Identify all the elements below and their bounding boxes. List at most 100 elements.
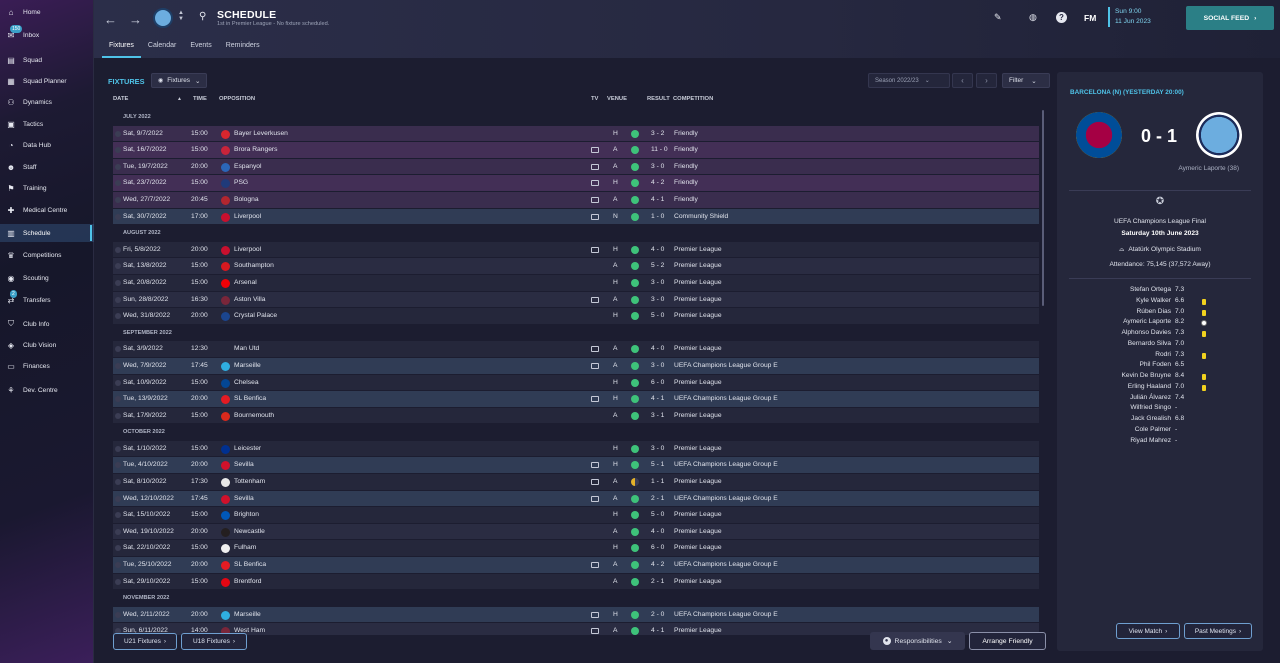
fixture-row[interactable]: Sat, 10/9/2022 15:00 Chelsea H 6 - 0 Premier … (113, 374, 1039, 392)
fixture-row[interactable]: Sat, 9/7/2022 15:00 Bayer Leverkusen H 3 - 2… (113, 125, 1039, 143)
fixture-score[interactable]: 5 - 0 (651, 308, 664, 325)
sidebar-item-scouting[interactable]: ◉ Scouting (0, 269, 94, 287)
fixture-competition[interactable]: UEFA Champions League Group E (674, 391, 778, 408)
fixture-row[interactable]: Tue, 19/7/2022 20:00 Espanyol A 3 - 0 Friendl… (113, 158, 1039, 176)
fixture-competition[interactable]: Premier League (674, 242, 722, 259)
fixture-score[interactable]: 1 - 1 (651, 474, 664, 491)
view-dropdown[interactable]: ◉ Fixtures ⌄ (151, 73, 208, 88)
opponent-name[interactable]: Marseille (234, 358, 261, 375)
fixture-score[interactable]: 6 - 0 (651, 540, 664, 557)
sidebar-item-training[interactable]: ⚑ Training (0, 179, 94, 197)
game-date[interactable]: Sun 9:00 11 Jun 2023 (1108, 7, 1151, 27)
row-select-dot[interactable] (115, 147, 121, 154)
row-select-dot[interactable] (115, 180, 121, 187)
row-select-dot[interactable] (115, 379, 121, 386)
sidebar-item-medical-centre[interactable]: ✚ Medical Centre (0, 201, 94, 219)
player-rating-row[interactable]: Stefan Ortega 7.3 (1057, 286, 1263, 297)
opponent-name[interactable]: Bologna (234, 192, 259, 209)
fixture-competition[interactable]: Premier League (674, 540, 722, 557)
opponent-name[interactable]: SL Benfica (234, 557, 266, 574)
tab-fixtures[interactable]: Fixtures (102, 39, 141, 58)
opponent-name[interactable]: SL Benfica (234, 391, 266, 408)
fixture-competition[interactable]: Premier League (674, 308, 722, 325)
fixture-row[interactable]: Wed, 2/11/2022 20:00 Marseille H 2 - 0 UEFA C… (113, 606, 1039, 624)
opponent-name[interactable]: Man Utd (234, 341, 259, 358)
fixture-competition[interactable]: Premier League (674, 474, 722, 491)
row-select-dot[interactable] (115, 213, 121, 220)
row-select-dot[interactable] (115, 545, 121, 552)
row-select-dot[interactable] (115, 512, 121, 519)
sidebar-item-finances[interactable]: ▭ Finances (0, 357, 94, 375)
fixture-competition[interactable]: Friendly (674, 126, 698, 143)
fixture-competition[interactable]: Premier League (674, 623, 722, 635)
row-select-dot[interactable] (115, 479, 121, 486)
sidebar-item-data-hub[interactable]: ◔ Data Hub (0, 136, 94, 154)
help-icon[interactable]: ? (1056, 12, 1067, 23)
arrange-friendly-button[interactable]: Arrange Friendly (969, 632, 1046, 650)
fixture-competition[interactable]: Premier League (674, 341, 722, 358)
fixture-competition[interactable]: UEFA Champions League Group E (674, 457, 778, 474)
forward-arrow-icon[interactable]: → (129, 12, 142, 27)
row-select-dot[interactable] (115, 495, 121, 502)
row-select-dot[interactable] (115, 396, 121, 403)
player-rating-row[interactable]: Erling Haaland 7.0 (1057, 383, 1263, 394)
opponent-name[interactable]: Southampton (234, 258, 274, 275)
social-feed-button[interactable]: SOCIAL FEED › (1186, 6, 1274, 30)
row-select-dot[interactable] (115, 362, 121, 369)
fixture-score[interactable]: 4 - 0 (651, 242, 664, 259)
filter-dropdown[interactable]: Filter ⌄ (1002, 73, 1050, 88)
col-venue[interactable]: VENUE (607, 96, 627, 102)
fixture-score[interactable]: 2 - 1 (651, 491, 664, 508)
sidebar-item-tactics[interactable]: ▣ Tactics (0, 115, 94, 133)
fixture-row[interactable]: Sat, 16/7/2022 15:00 Brora Rangers A 11 - 0 F… (113, 142, 1039, 159)
row-select-dot[interactable] (115, 462, 121, 469)
opponent-name[interactable]: Leicester (234, 441, 261, 458)
fixture-competition[interactable]: UEFA Champions League Group E (674, 491, 778, 508)
col-competition[interactable]: COMPETITION (673, 96, 713, 102)
fixture-competition[interactable]: Friendly (674, 175, 698, 192)
player-rating-row[interactable]: Cole Palmer - (1057, 426, 1263, 437)
responsibilities-button[interactable]: ● Responsibilities ⌄ (870, 632, 965, 650)
fixture-row[interactable]: Wed, 31/8/2022 20:00 Crystal Palace H 5 - 0 P… (113, 308, 1039, 325)
player-rating-row[interactable]: Jack Grealish 6.8 (1057, 415, 1263, 426)
row-select-dot[interactable] (115, 611, 121, 618)
fixture-row[interactable]: Sat, 30/7/2022 17:00 Liverpool N 1 - 0 Commun… (113, 208, 1039, 226)
col-opposition[interactable]: OPPOSITION (219, 96, 255, 102)
fixture-row[interactable]: Sat, 29/10/2022 15:00 Brentford A 2 - 1 Premi… (113, 573, 1039, 591)
fixture-competition[interactable]: Friendly (674, 159, 698, 176)
opponent-name[interactable]: Brentford (234, 574, 262, 591)
fixture-row[interactable]: Sat, 20/8/2022 15:00 Arsenal H 3 - 0 Premier … (113, 274, 1039, 292)
fixture-score[interactable]: 3 - 0 (651, 441, 664, 458)
fixture-score[interactable]: 3 - 0 (651, 358, 664, 375)
view-match-button[interactable]: View Match › (1116, 623, 1180, 639)
fixture-row[interactable]: Wed, 7/9/2022 17:45 Marseille A 3 - 0 UEFA Ch… (113, 357, 1039, 375)
sidebar-item-transfers[interactable]: ⇄ 2 Transfers (0, 290, 94, 309)
fixture-score[interactable]: 4 - 0 (651, 341, 664, 358)
match-panel-title[interactable]: BARCELONA (N) (YESTERDAY 20:00) (1070, 89, 1184, 96)
u21-fixtures-button[interactable]: U21 Fixtures › (113, 633, 177, 650)
fixture-competition[interactable]: Premier League (674, 574, 722, 591)
col-time[interactable]: TIME (193, 96, 207, 102)
fixture-row[interactable]: Sat, 13/8/2022 15:00 Southampton A 5 - 2 Prem… (113, 258, 1039, 275)
fixture-competition[interactable]: UEFA Champions League Group E (674, 358, 778, 375)
row-select-dot[interactable] (115, 578, 121, 585)
fixture-row[interactable]: Wed, 19/10/2022 20:00 Newcastle A 4 - 0 Premi… (113, 523, 1039, 541)
fixture-row[interactable]: Wed, 12/10/2022 17:45 Sevilla A 2 - 1 UEFA Ch… (113, 490, 1039, 508)
player-rating-row[interactable]: Riyad Mahrez - (1057, 437, 1263, 448)
row-select-dot[interactable] (115, 296, 121, 303)
opponent-name[interactable]: Bayer Leverkusen (234, 126, 288, 143)
sidebar-item-competitions[interactable]: ♛ Competitions (0, 246, 94, 264)
opponent-name[interactable]: Bournemouth (234, 408, 274, 425)
player-rating-row[interactable]: Julián Álvarez 7.4 (1057, 394, 1263, 405)
u18-fixtures-button[interactable]: U18 Fixtures › (181, 633, 247, 650)
opponent-name[interactable]: Brora Rangers (234, 142, 278, 159)
opponent-name[interactable]: Tottenham (234, 474, 265, 491)
fixture-row[interactable]: Fri, 5/8/2022 20:00 Liverpool H 4 - 0 Premier… (113, 241, 1039, 259)
sidebar-item-staff[interactable]: ☻ Staff (0, 158, 94, 176)
opponent-name[interactable]: Aston Villa (234, 292, 265, 309)
opponent-name[interactable]: Marseille (234, 607, 261, 624)
player-rating-row[interactable]: Rúben Dias 7.0 (1057, 308, 1263, 319)
row-select-dot[interactable] (115, 246, 121, 253)
opponent-name[interactable]: Sevilla (234, 491, 254, 508)
sidebar-item-dev-centre[interactable]: ⚘ Dev. Centre (0, 381, 94, 399)
